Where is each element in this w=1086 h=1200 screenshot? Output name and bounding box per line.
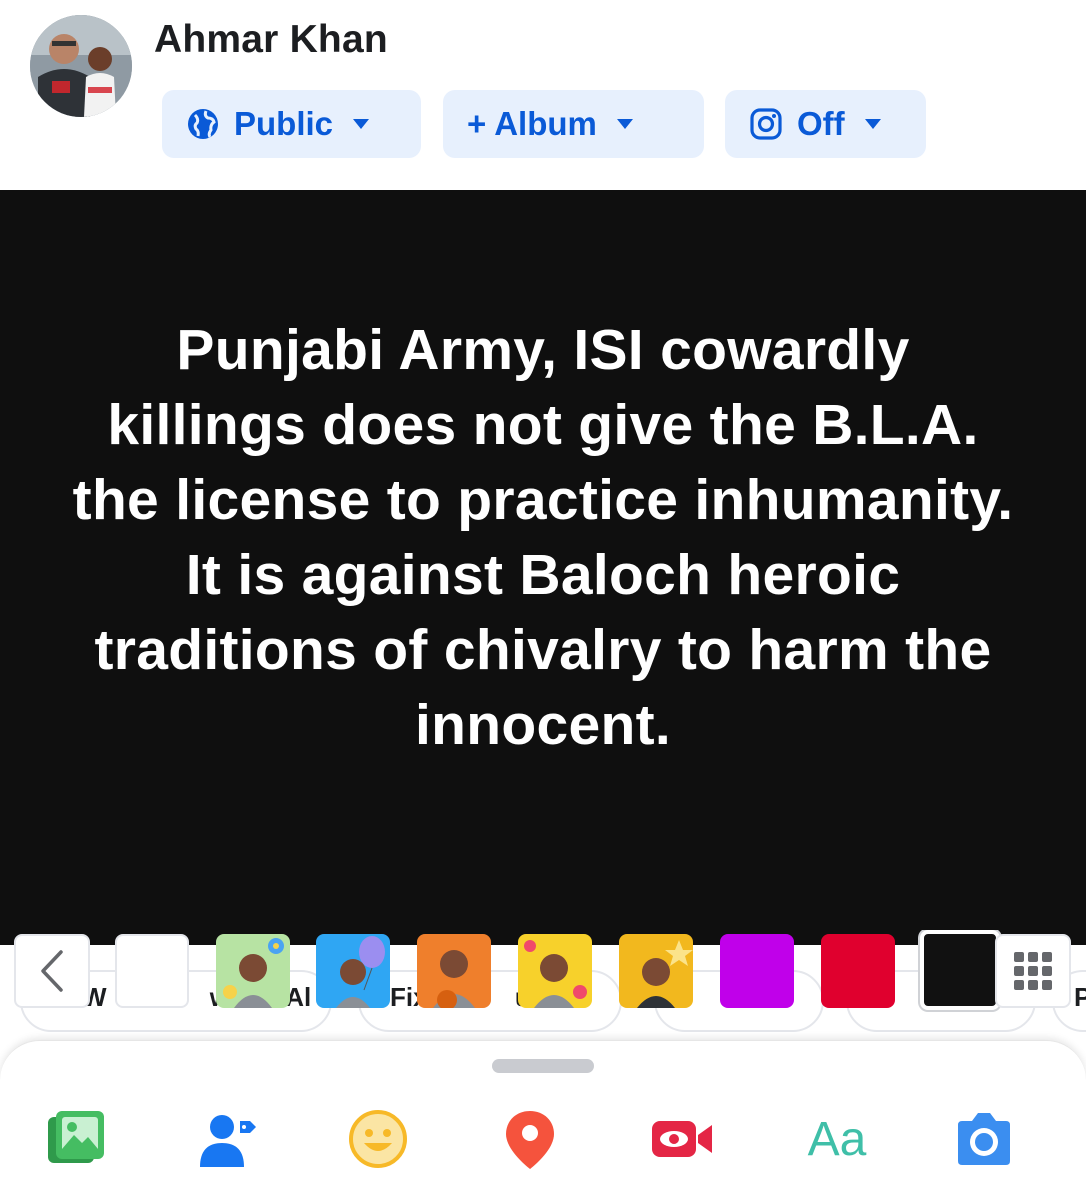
instagram-label: Off (797, 105, 845, 142)
chevron-down-icon (864, 119, 881, 129)
composer-header: Ahmar Khan Public + Album Off (0, 0, 1086, 190)
grid-icon (1014, 952, 1052, 990)
photo-video-button[interactable] (44, 1107, 108, 1171)
audience-selector-button[interactable]: Public (162, 90, 421, 158)
tag-people-icon (200, 1115, 256, 1167)
back-button[interactable] (14, 934, 90, 1008)
camera-button[interactable] (952, 1107, 1016, 1171)
chevron-down-icon (616, 119, 633, 129)
chevron-down-icon (353, 119, 370, 129)
album-label: + Album (467, 105, 597, 142)
album-button[interactable]: + Album (443, 90, 704, 158)
username: Ahmar Khan (154, 18, 388, 61)
swatch-avatar-basketball[interactable] (417, 934, 491, 1008)
check-in-button[interactable] (498, 1107, 562, 1171)
live-video-button[interactable] (650, 1107, 714, 1171)
live-video-icon (652, 1121, 712, 1157)
camera-icon (958, 1113, 1010, 1165)
photo-video-icon (48, 1111, 104, 1163)
swatch-white[interactable] (115, 934, 189, 1008)
feeling-activity-button[interactable] (346, 1107, 410, 1171)
background-picker: W w Al Fix un or r P (0, 930, 1086, 1042)
globe-icon (186, 107, 220, 141)
more-backgrounds-button[interactable] (995, 934, 1071, 1008)
swatch-avatar-flowers[interactable] (216, 934, 290, 1008)
instagram-share-toggle[interactable]: Off (725, 90, 926, 158)
swatch-avatar-balloon[interactable] (316, 934, 390, 1008)
post-text[interactable]: Punjabi Army, ISI cowardly killings does… (70, 313, 1016, 763)
swatch-black-selected[interactable] (920, 930, 1000, 1010)
swatch-avatar-party[interactable] (518, 934, 592, 1008)
swatch-red[interactable] (821, 934, 895, 1008)
feeling-icon (349, 1110, 407, 1168)
profile-avatar[interactable] (30, 15, 132, 117)
post-text-canvas[interactable]: Punjabi Army, ISI cowardly killings does… (0, 190, 1086, 945)
instagram-icon (749, 107, 783, 141)
composer-tools-sheet: Aa (0, 1040, 1086, 1200)
audience-label: Public (234, 105, 334, 142)
chevron-left-icon (41, 950, 63, 992)
swatch-avatar-stars[interactable] (619, 934, 693, 1008)
text-style-button[interactable]: Aa (802, 1107, 872, 1171)
swatch-purple[interactable] (720, 934, 794, 1008)
location-icon (506, 1111, 554, 1169)
tag-people-button[interactable] (196, 1107, 260, 1171)
sheet-drag-handle[interactable] (492, 1059, 594, 1073)
